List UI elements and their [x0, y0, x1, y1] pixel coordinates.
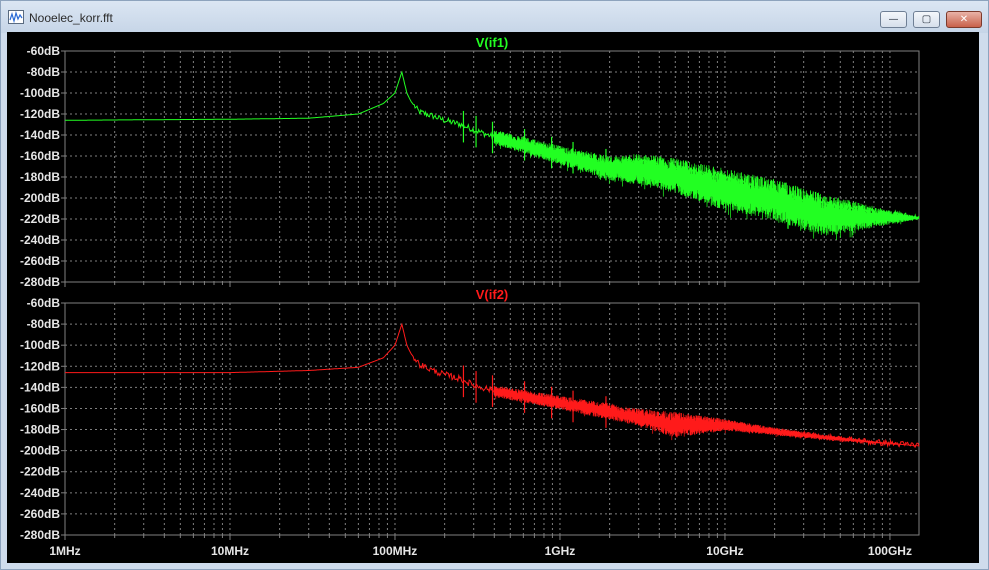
panel-2-y-tick-label: -260dB	[20, 507, 60, 521]
close-icon: ✕	[959, 14, 969, 25]
panel-2-y-tick-label: -100dB	[20, 338, 60, 352]
panel-1-y-tick-label: -120dB	[20, 107, 60, 121]
maximize-button[interactable]: ▢	[913, 11, 940, 28]
panel-2-trace-title[interactable]: V(if2)	[476, 287, 509, 302]
panel-2-y-tick-label: -160dB	[20, 401, 60, 415]
minimize-icon: —	[888, 14, 899, 25]
x-tick-label: 100GHz	[868, 544, 912, 558]
fft-plot-svg[interactable]: -60dB -80dB -100dB -120dB -140dB -160dB -180dB…	[7, 32, 979, 563]
panel-2-y-tick-label: -200dB	[20, 444, 60, 458]
panel-1-y-tick-label: -180dB	[20, 170, 60, 184]
x-tick-label: 1GHz	[545, 544, 576, 558]
maximize-icon: ▢	[921, 14, 932, 25]
panel-1-y-tick-label: -80dB	[27, 65, 61, 79]
close-button[interactable]: ✕	[946, 11, 982, 28]
panel-1-y-tick-label: -60dB	[27, 44, 61, 58]
minimize-button[interactable]: —	[880, 11, 907, 28]
panel-1-y-tick-label: -240dB	[20, 233, 60, 247]
panel-1-y-tick-label: -140dB	[20, 128, 60, 142]
panel-2-y-tick-label: -60dB	[27, 296, 61, 310]
panel-2-noise-band	[493, 385, 920, 447]
app-window: Nooelec_korr.fft — ▢ ✕ -60dB -80dB -100dB -…	[0, 0, 989, 570]
panel-2-y-tick-label: -140dB	[20, 380, 60, 394]
panel-2-y-tick-label: -180dB	[20, 423, 60, 437]
panel-1-y-tick-label: -160dB	[20, 149, 60, 163]
panel-2-y-tick-label: -220dB	[20, 465, 60, 479]
panel-1-trace-title[interactable]: V(if1)	[476, 35, 509, 50]
window-title: Nooelec_korr.fft	[29, 11, 113, 25]
panel-2-y-tick-label: -120dB	[20, 359, 60, 373]
x-tick-label: 10GHz	[706, 544, 743, 558]
title-bar[interactable]: Nooelec_korr.fft — ▢ ✕	[1, 1, 988, 33]
panel-2-y-tick-label: -280dB	[20, 528, 60, 542]
panel-1-y-tick-label: -100dB	[20, 86, 60, 100]
x-tick-label: 1MHz	[49, 544, 80, 558]
plot-area[interactable]: -60dB -80dB -100dB -120dB -140dB -160dB -180dB…	[7, 32, 979, 563]
panel-2-y-tick-label: -80dB	[27, 317, 61, 331]
x-tick-label: 10MHz	[211, 544, 249, 558]
panel-1-y-tick-label: -280dB	[20, 275, 60, 289]
x-tick-label: 100MHz	[373, 544, 418, 558]
panel-2-y-tick-label: -240dB	[20, 486, 60, 500]
panel-1-y-tick-label: -260dB	[20, 254, 60, 268]
panel-1-y-tick-label: -200dB	[20, 191, 60, 205]
waveform-app-icon	[8, 10, 24, 24]
panel-1-noise-band	[493, 130, 920, 240]
panel-1-y-tick-label: -220dB	[20, 212, 60, 226]
